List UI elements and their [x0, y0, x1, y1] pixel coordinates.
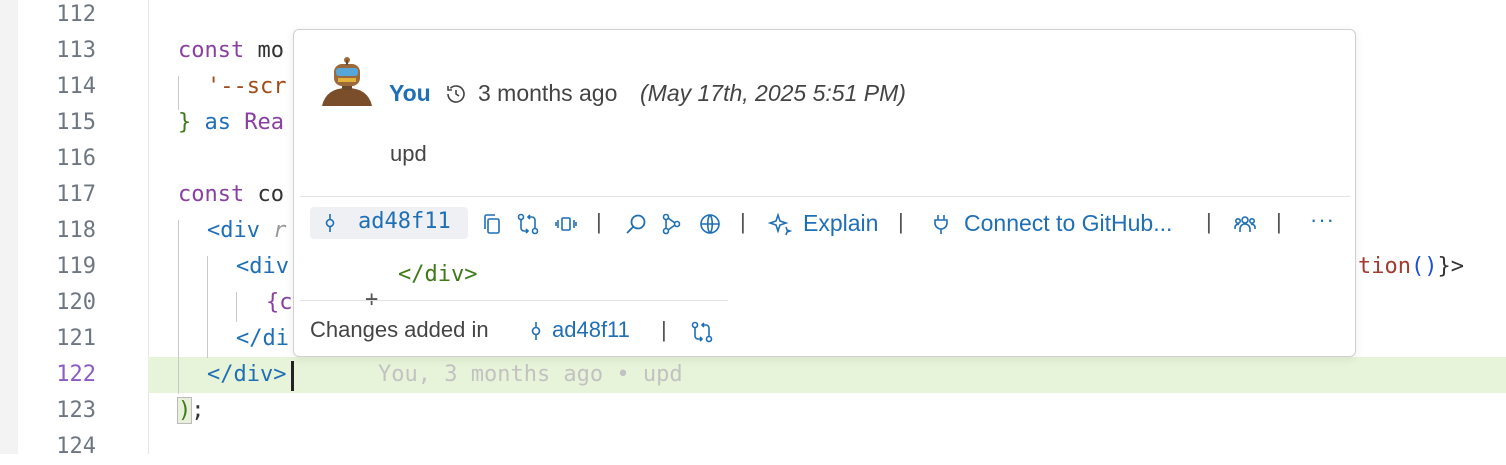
commit-toolbar: ad48f11 | | Explain | Connect to GitHub.… — [310, 207, 1350, 241]
author-name[interactable]: You — [389, 80, 431, 107]
changes-commit-link[interactable]: ad48f11 — [552, 317, 630, 343]
diff-preview: + </div> — [312, 262, 478, 362]
code-line: const co — [178, 177, 284, 213]
line-number: 117 — [56, 182, 96, 207]
compare-icon[interactable] — [690, 320, 714, 344]
activity-strip — [0, 0, 18, 454]
code-text: mo — [244, 38, 284, 63]
brace: } — [178, 110, 192, 135]
code-line: <div r — [207, 213, 286, 249]
separator: | — [596, 209, 602, 234]
line-number: 119 — [56, 254, 96, 279]
indent-guide — [178, 220, 179, 394]
relative-time: 3 months ago — [478, 80, 618, 106]
code-text: }> — [1437, 254, 1464, 279]
line-number: 123 — [56, 398, 96, 423]
code-line: </div> — [207, 362, 287, 387]
diff-code: </div> — [398, 262, 478, 287]
line-number: 120 — [56, 290, 96, 315]
line-number: 114 — [56, 74, 96, 99]
graph-icon[interactable] — [660, 212, 684, 236]
explain-button[interactable]: Explain — [803, 210, 878, 237]
changes-icon[interactable] — [554, 212, 578, 236]
code-line: ); — [176, 393, 205, 429]
changes-label: Changes added in — [310, 317, 489, 342]
team-icon[interactable] — [1233, 212, 1257, 236]
keyword: const — [178, 182, 245, 207]
divider — [300, 300, 728, 301]
current-line-highlight — [148, 357, 1506, 393]
jsx-tag: <div — [207, 218, 260, 243]
code-text: Rea — [231, 110, 284, 135]
line-number: 112 — [56, 2, 96, 27]
separator: | — [661, 317, 667, 342]
line-number: 121 — [56, 326, 96, 351]
line-number: 118 — [56, 218, 96, 243]
copy-icon[interactable] — [480, 212, 504, 236]
commit-sha: ad48f11 — [358, 209, 451, 234]
separator: | — [1206, 209, 1212, 234]
connect-github-button[interactable]: Connect to GitHub... — [964, 210, 1172, 237]
text-cursor — [291, 361, 294, 391]
more-icon[interactable]: ··· — [1310, 207, 1335, 233]
parens: () — [1410, 254, 1438, 279]
code-line: </di — [236, 326, 289, 351]
paren: ) — [176, 397, 193, 424]
separator: | — [740, 209, 746, 234]
commit-icon — [320, 213, 340, 233]
code-text: ; — [191, 398, 205, 423]
sparkle-icon[interactable] — [768, 212, 792, 236]
jsx-tag: <div — [236, 254, 289, 279]
code-text: r — [259, 218, 287, 243]
commit-sha-button[interactable]: ad48f11 — [310, 207, 468, 239]
keyword: const — [178, 38, 245, 63]
line-number-active: 122 — [56, 362, 96, 387]
indent-guide — [236, 292, 237, 322]
absolute-time: (May 17th, 2025 5:51 PM) — [640, 80, 906, 106]
code-line: '--scr — [207, 69, 286, 105]
history-icon — [444, 82, 468, 106]
keyword: as — [191, 110, 231, 135]
string-literal: '--scr — [207, 74, 287, 99]
compare-icon[interactable] — [516, 212, 540, 236]
search-icon[interactable] — [624, 212, 648, 236]
code-line: const mo — [178, 33, 284, 69]
code-text: co — [244, 182, 284, 207]
line-number: 115 — [56, 110, 96, 135]
code-line: {c — [266, 290, 293, 315]
line-number: 124 — [56, 434, 96, 459]
line-number: 116 — [56, 146, 96, 171]
commit-message: upd — [390, 141, 427, 166]
separator: | — [1276, 209, 1282, 234]
blame-hover-card: You 3 months ago (May 17th, 2025 5:51 PM… — [293, 29, 1356, 357]
avatar — [320, 52, 374, 106]
line-number: 113 — [56, 38, 96, 63]
divider — [300, 196, 1350, 197]
separator: | — [898, 209, 904, 234]
code-line: <div — [236, 249, 289, 285]
code-line: } as Rea — [178, 105, 284, 141]
function-name: tion — [1358, 254, 1411, 279]
commit-icon — [526, 321, 546, 341]
inline-blame: You, 3 months ago • upd — [378, 362, 683, 387]
code-line-tail: tion()}> — [1358, 249, 1464, 285]
indent-guide — [207, 256, 208, 358]
globe-icon[interactable] — [698, 212, 722, 236]
plug-icon[interactable] — [929, 212, 953, 236]
